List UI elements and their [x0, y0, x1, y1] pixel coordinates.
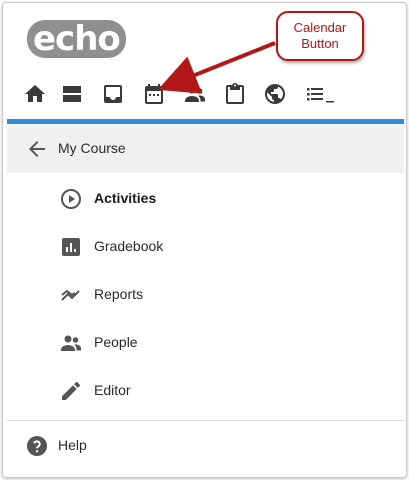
- play-circle-icon: [59, 187, 83, 211]
- list-icon[interactable]: [305, 82, 337, 106]
- callout-line-1: Calendar: [293, 20, 347, 35]
- calendar-icon[interactable]: [142, 82, 166, 106]
- people-icon[interactable]: [183, 82, 207, 106]
- logo-text: echo: [27, 20, 126, 58]
- home-icon[interactable]: [23, 82, 47, 106]
- divider: [7, 420, 404, 421]
- echo-logo: echo: [27, 17, 126, 58]
- nav-item-people[interactable]: People: [7, 319, 404, 367]
- help-label: Help: [58, 437, 87, 453]
- nav-item-label: Editor: [94, 382, 131, 398]
- bar-chart-icon: [59, 235, 83, 259]
- nav-item-reports[interactable]: Reports: [7, 271, 404, 319]
- nav-item-gradebook[interactable]: Gradebook: [7, 223, 404, 271]
- pencil-icon: [59, 379, 83, 403]
- nav-item-label: People: [94, 334, 138, 350]
- nav-item-label: Activities: [94, 190, 157, 206]
- accent-bar: [7, 119, 404, 124]
- globe-icon[interactable]: [263, 82, 287, 106]
- nav-item-label: Reports: [94, 286, 144, 302]
- trend-icon: [59, 283, 83, 307]
- app-window: echo My Course Activities Gradebook Repo…: [2, 2, 407, 478]
- arrow-left-icon[interactable]: [25, 137, 49, 161]
- top-toolbar: [3, 79, 406, 113]
- callout-line-2: Button: [301, 36, 339, 51]
- course-label: My Course: [58, 140, 126, 156]
- nav-item-label: Gradebook: [94, 238, 164, 254]
- clipboard-icon[interactable]: [223, 82, 247, 106]
- help-link[interactable]: Help: [7, 422, 404, 468]
- help-circle-icon: [25, 434, 49, 458]
- nav-item-activities[interactable]: Activities: [7, 175, 404, 223]
- courses-icon[interactable]: [60, 82, 84, 106]
- nav-item-editor[interactable]: Editor: [7, 367, 404, 415]
- my-course-back-row[interactable]: My Course: [7, 125, 404, 173]
- calendar-button-callout: Calendar Button: [276, 11, 364, 61]
- inbox-icon[interactable]: [101, 82, 125, 106]
- people-icon: [59, 331, 83, 355]
